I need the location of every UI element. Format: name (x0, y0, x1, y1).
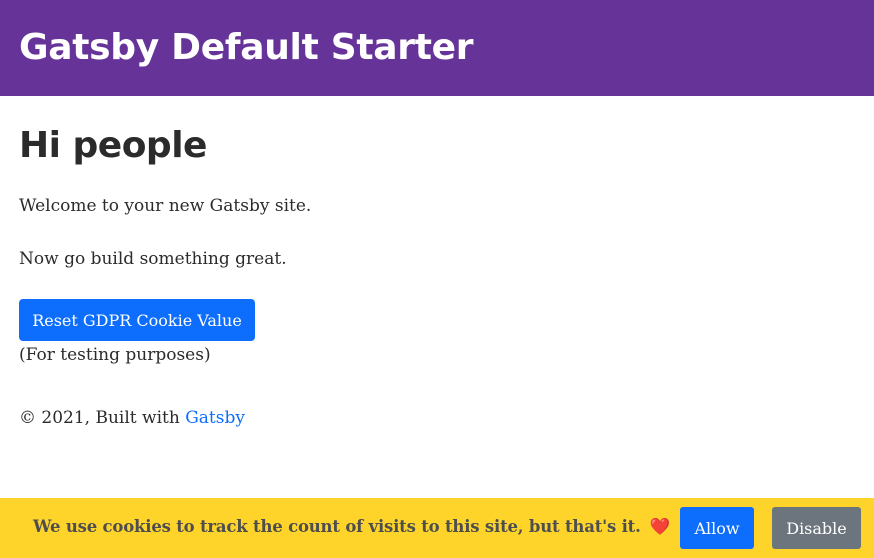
site-title-link[interactable]: Gatsby Default Starter (19, 22, 473, 74)
site-header: Gatsby Default Starter (0, 0, 874, 96)
heart-icon: ❤️ (644, 517, 671, 536)
gatsby-link[interactable]: Gatsby (185, 408, 245, 428)
disable-cookies-button[interactable]: Disable (772, 507, 861, 549)
welcome-paragraph: Welcome to your new Gatsby site. (19, 196, 312, 216)
page-heading: Hi people (19, 125, 207, 166)
cookie-message: We use cookies to track the count of vis… (33, 515, 670, 539)
cookie-consent-banner: We use cookies to track the count of vis… (0, 498, 874, 558)
build-paragraph: Now go build something great. (19, 249, 287, 269)
footer-copyright: © 2021, Built with (19, 408, 186, 428)
allow-cookies-button[interactable]: Allow (680, 507, 754, 549)
site-footer: © 2021, Built with Gatsby (19, 406, 245, 430)
reset-gdpr-cookie-button[interactable]: Reset GDPR Cookie Value (19, 299, 255, 341)
cookie-message-text: We use cookies to track the count of vis… (33, 517, 641, 536)
testing-note: (For testing purposes) (19, 345, 211, 365)
